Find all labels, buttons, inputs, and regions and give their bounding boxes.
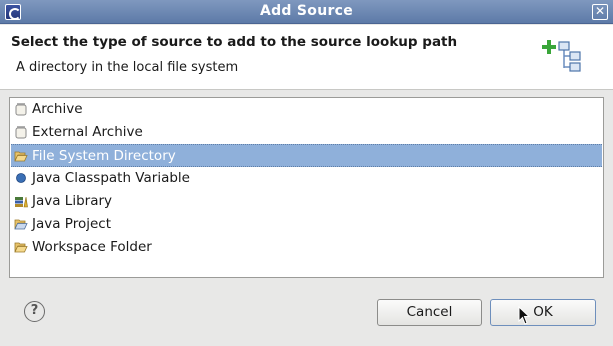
close-button[interactable]: ✕ (592, 4, 608, 20)
help-button[interactable]: ? (24, 301, 45, 322)
list-item-label: External Archive (32, 124, 143, 140)
jar-icon (15, 103, 27, 116)
title-bar: Add Source ✕ (0, 0, 613, 24)
list-item-label: Java Project (32, 216, 111, 232)
cancel-button[interactable]: Cancel (377, 299, 482, 326)
source-type-list[interactable]: Archive External Archive File System Dir… (9, 97, 604, 278)
jar-icon (15, 126, 27, 139)
folder-icon (14, 242, 28, 253)
library-icon (15, 196, 28, 208)
list-item-label: Java Classpath Variable (32, 170, 190, 186)
list-item-archive[interactable]: Archive (11, 98, 602, 121)
list-item-label: Workspace Folder (32, 239, 152, 255)
list-item-java-project[interactable]: Java Project (11, 213, 602, 236)
list-item-label: File System Directory (32, 148, 176, 164)
list-item-label: Archive (32, 101, 83, 117)
header-message: A directory in the local file system (16, 60, 239, 75)
list-item-java-classpath-variable[interactable]: Java Classpath Variable (11, 167, 602, 190)
folder-open-icon (14, 151, 28, 162)
mouse-pointer-icon (518, 306, 530, 325)
project-folder-icon (14, 219, 28, 230)
list-item-file-system-directory[interactable]: File System Directory (11, 144, 602, 167)
add-source-wizard-icon (542, 40, 581, 72)
list-item-java-library[interactable]: Java Library (11, 190, 602, 213)
list-item-external-archive[interactable]: External Archive (11, 121, 602, 144)
wizard-header: Select the type of source to add to the … (0, 25, 613, 90)
ok-button[interactable]: OK (490, 299, 596, 326)
list-item-label: Java Library (32, 193, 113, 209)
list-item-workspace-folder[interactable]: Workspace Folder (11, 236, 602, 259)
header-title: Select the type of source to add to the … (11, 34, 458, 50)
window-title: Add Source (259, 3, 354, 19)
classpath-variable-icon (16, 173, 26, 183)
